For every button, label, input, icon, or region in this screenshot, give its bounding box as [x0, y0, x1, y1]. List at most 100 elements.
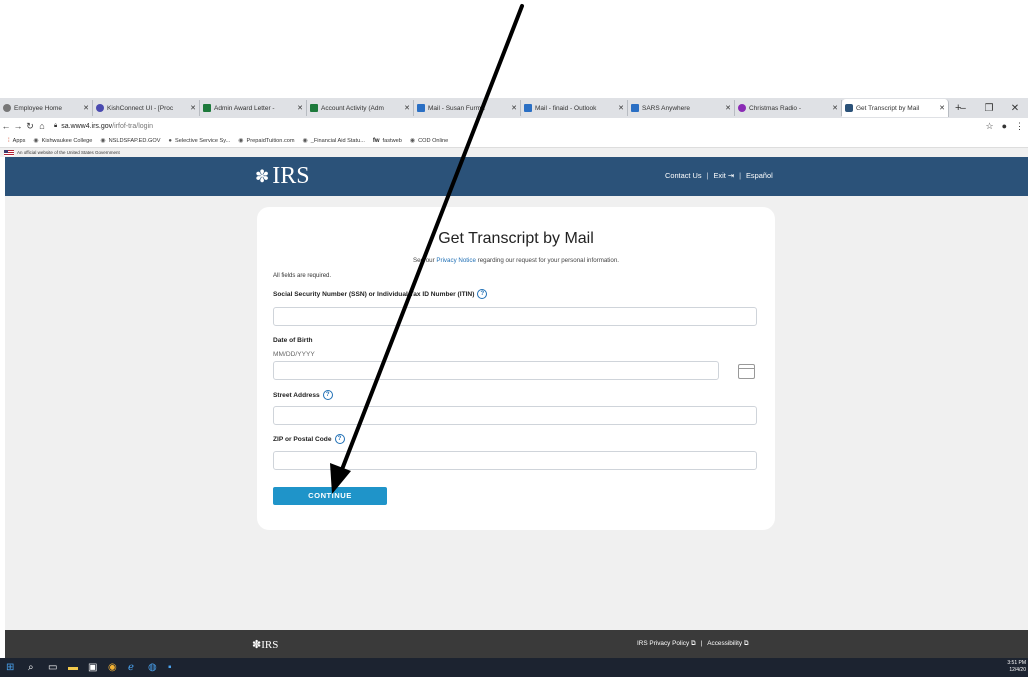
dob-format-hint: MM/DD/YYYY — [273, 351, 315, 358]
irs-eagle-icon: ✽ — [252, 639, 262, 651]
task-view-icon[interactable]: ▭ — [48, 662, 57, 673]
zip-field[interactable] — [273, 451, 757, 470]
transcript-form-card: Get Transcript by Mail See our Privacy N… — [257, 207, 775, 530]
close-icon[interactable]: ✕ — [939, 104, 945, 112]
tab-favicon-icon — [845, 104, 853, 112]
irs-eagle-icon: ✽ — [255, 166, 270, 186]
continue-button[interactable]: CONTINUE — [273, 487, 387, 505]
dob-label: Date of Birth — [273, 337, 313, 344]
bookmark-nslds[interactable]: ◉ NSLDSFAP.ED.GOV — [100, 137, 160, 145]
close-icon[interactable]: ✕ — [832, 104, 838, 112]
tab-kishconnect[interactable]: KishConnect UI - [Proc ✕ — [93, 100, 200, 116]
globe-icon: ◉ — [302, 138, 308, 144]
chrome-icon[interactable]: ◉ — [108, 662, 117, 673]
windows-start-icon[interactable]: ⊞ — [6, 662, 14, 673]
calendar-icon[interactable] — [738, 364, 755, 379]
irs-footer: ✽IRS IRS Privacy Policy ⧉ | Accessibilit… — [5, 630, 1028, 658]
contact-us-link[interactable]: Contact Us — [665, 171, 702, 180]
home-icon[interactable]: ⌂ — [36, 121, 48, 131]
tab-favicon-icon — [524, 104, 532, 112]
privacy-notice-text: See our Privacy Notice regarding our req… — [412, 257, 619, 264]
back-arrow-icon[interactable]: ← — [0, 121, 12, 131]
lock-icon: 🔒︎ — [54, 122, 58, 129]
bookmark-cod-online[interactable]: ◉ COD Online — [409, 137, 448, 145]
star-icon[interactable]: ☆ — [985, 121, 993, 132]
help-icon[interactable]: ? — [477, 289, 488, 299]
tab-admin-award-letter[interactable]: Admin Award Letter - ✕ — [200, 100, 307, 116]
tab-favicon-icon — [203, 104, 211, 112]
tab-favicon-icon — [417, 104, 425, 112]
profile-icon[interactable]: ● — [1002, 121, 1007, 131]
tab-christmas-radio[interactable]: Christmas Radio - ✕ — [735, 100, 842, 116]
bookmark-kishwaukee[interactable]: ◉ Kishwaukee College — [33, 137, 92, 145]
blank-top-area — [0, 0, 1028, 98]
maximize-icon[interactable]: ❐ — [976, 103, 1002, 114]
tab-account-activity[interactable]: Account Activity (Adm ✕ — [307, 100, 414, 116]
privacy-notice-link[interactable]: Privacy Notice — [436, 257, 476, 264]
divider: | — [739, 171, 741, 180]
close-icon[interactable]: ✕ — [404, 104, 410, 112]
url-field[interactable]: 🔒︎ sa.www4.irs.gov/irfof-tra/login — [54, 123, 153, 130]
bookmark-financial-aid-status[interactable]: ◉ _Financial Aid Statu... — [302, 137, 365, 145]
globe-icon: ◉ — [238, 138, 244, 144]
gov-banner: An official website of the United States… — [0, 148, 1028, 157]
reload-icon[interactable]: ↻ — [24, 121, 36, 132]
close-icon[interactable]: ✕ — [618, 104, 624, 112]
tab-get-transcript[interactable]: Get Transcript by Mail ✕ — [842, 99, 949, 117]
tab-sars-anywhere[interactable]: SARS Anywhere ✕ — [628, 100, 735, 116]
irs-logo[interactable]: ✽ IRS — [255, 163, 310, 190]
espanol-link[interactable]: Español — [746, 171, 773, 180]
bookmark-selective-service[interactable]: ● Selective Service Sy... — [168, 138, 230, 144]
bookmark-apps[interactable]: ⁞ Apps — [8, 138, 25, 144]
tab-employee-home[interactable]: Employee Home ✕ — [0, 100, 93, 116]
bookmark-fastweb[interactable]: fw fastweb — [373, 138, 402, 144]
dob-field[interactable] — [273, 361, 719, 380]
minimize-icon[interactable]: – — [950, 103, 976, 114]
privacy-policy-link[interactable]: IRS Privacy Policy ⧉ — [637, 640, 696, 648]
accessibility-link[interactable]: Accessibility ⧉ — [707, 640, 748, 648]
close-icon[interactable]: ✕ — [190, 104, 196, 112]
globe-icon: ◉ — [33, 138, 39, 144]
close-icon[interactable]: ✕ — [511, 104, 517, 112]
ssn-field[interactable] — [273, 307, 757, 326]
ssn-label: Social Security Number (SSN) or Individu… — [273, 289, 488, 299]
irs-header: ✽ IRS Contact Us | Exit ⇥ | Español — [5, 157, 1028, 196]
windows-taskbar: ⊞ ⌕ ▭ ▬ ▣ ◉ ℯ ◍ ▪ 3:51 PM 12/4/20 — [0, 658, 1028, 677]
close-icon[interactable]: ✕ — [297, 104, 303, 112]
tab-favicon-icon — [310, 104, 318, 112]
store-icon[interactable]: ▣ — [88, 662, 97, 673]
divider: | — [700, 640, 703, 647]
system-clock[interactable]: 3:51 PM 12/4/20 — [1007, 660, 1026, 674]
tab-favicon-icon — [631, 104, 639, 112]
bookmark-prepaid-tuition[interactable]: ◉ PrepaidTuition.com — [238, 137, 294, 145]
globe-icon: ◉ — [409, 138, 416, 144]
search-icon[interactable]: ⌕ — [28, 662, 34, 673]
menu-icon[interactable]: ⋮ — [1015, 121, 1024, 132]
exit-icon: ⇥ — [727, 171, 735, 180]
close-window-icon[interactable]: ✕ — [1002, 103, 1028, 114]
globe-icon: ◉ — [100, 138, 106, 144]
bookmarks-bar: ⁞ Apps ◉ Kishwaukee College ◉ NSLDSFAP.ED.G… — [0, 134, 1028, 148]
apps-grid-icon: ⁞ — [8, 137, 10, 144]
tab-mail-finaid[interactable]: Mail - finaid - Outlook ✕ — [521, 100, 628, 116]
footer-links: IRS Privacy Policy ⧉ | Accessibility ⧉ — [637, 640, 748, 648]
divider: | — [706, 171, 709, 180]
ie-icon[interactable]: ◍ — [148, 662, 157, 673]
close-icon[interactable]: ✕ — [725, 104, 731, 112]
tab-mail-susan[interactable]: Mail - Susan Furma ✕ — [414, 100, 521, 116]
zip-label: ZIP or Postal Code ? — [273, 434, 345, 444]
file-explorer-icon[interactable]: ▬ — [68, 662, 78, 673]
help-icon[interactable]: ? — [322, 390, 333, 400]
external-link-icon: ⧉ — [690, 640, 696, 647]
tab-favicon-icon — [738, 104, 746, 112]
close-icon[interactable]: ✕ — [83, 104, 89, 112]
required-note: All fields are required. — [273, 273, 332, 279]
outlook-icon[interactable]: ▪ — [168, 662, 172, 673]
window-controls: – ❐ ✕ — [950, 98, 1028, 118]
footer-irs-logo[interactable]: ✽IRS — [252, 638, 278, 651]
forward-arrow-icon[interactable]: → — [12, 121, 24, 131]
street-address-field[interactable] — [273, 406, 757, 425]
exit-link[interactable]: Exit ⇥ — [713, 171, 734, 180]
help-icon[interactable]: ? — [334, 434, 345, 444]
edge-icon[interactable]: ℯ — [128, 662, 134, 673]
